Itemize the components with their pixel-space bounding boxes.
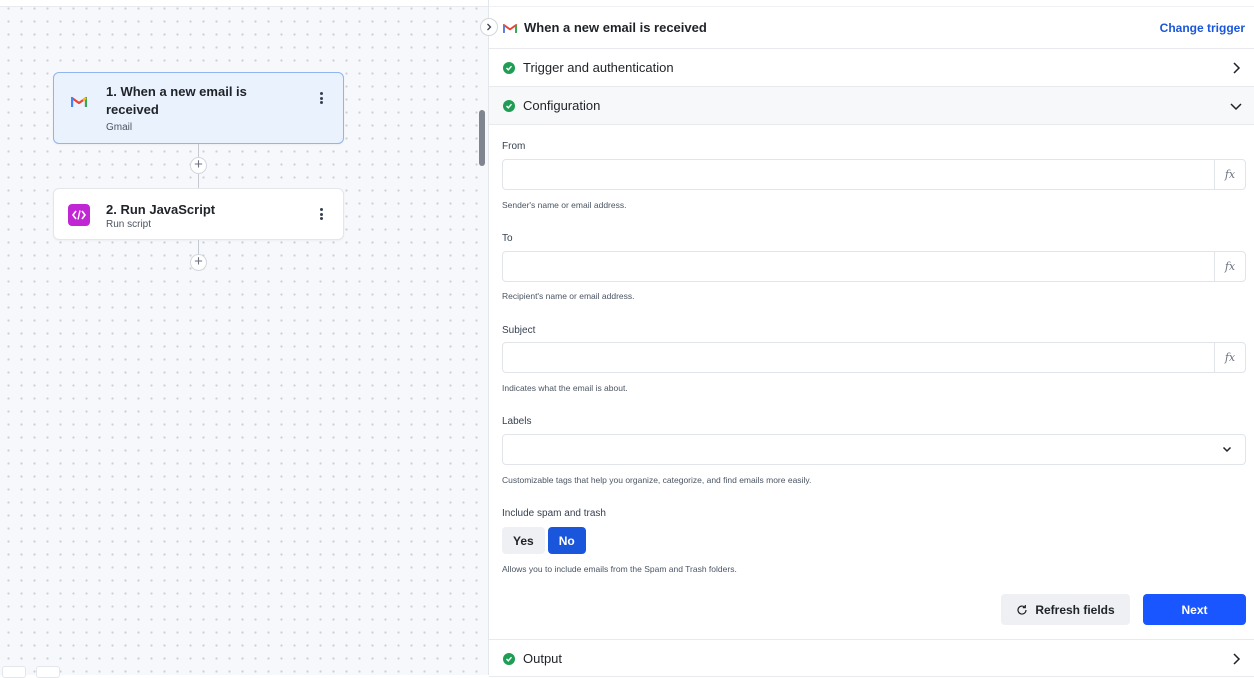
section-label: Output (523, 651, 563, 666)
chevron-right-icon (1233, 653, 1241, 665)
check-icon (503, 62, 515, 74)
node-title: 1. When a new email is received (106, 84, 247, 117)
panel-title: When a new email is received (524, 20, 707, 35)
yes-option[interactable]: Yes (502, 527, 545, 554)
zoom-control[interactable] (2, 666, 26, 678)
node-subtitle: Gmail (106, 122, 133, 133)
refresh-icon (1017, 604, 1027, 615)
include-spam-toggle: Yes No (502, 527, 586, 554)
section-label: Configuration (523, 98, 601, 113)
labels-label: Labels (502, 416, 532, 427)
fit-view-control[interactable] (36, 666, 60, 678)
step-config-panel: When a new email is received Change trig… (480, 0, 1254, 677)
change-trigger-link[interactable]: Change trigger (1160, 21, 1245, 35)
panel-header: When a new email is received Change trig… (489, 8, 1254, 49)
gmail-icon (502, 21, 518, 39)
include-spam-help-text: Allows you to include emails from the Sp… (502, 564, 737, 574)
formula-button[interactable]: fx (1214, 160, 1245, 189)
to-label: To (502, 233, 513, 244)
section-trigger-authentication[interactable]: Trigger and authentication (489, 49, 1254, 87)
formula-button[interactable]: fx (1214, 343, 1245, 372)
node-title: 2. Run JavaScript (106, 202, 216, 217)
chevron-right-icon (487, 23, 492, 31)
next-button[interactable]: Next (1143, 594, 1246, 625)
refresh-fields-button[interactable]: Refresh fields (1001, 594, 1130, 625)
subject-label: Subject (502, 325, 536, 336)
node-subtitle: Run script (106, 219, 152, 230)
to-field: fx (502, 251, 1246, 282)
check-icon (503, 653, 515, 665)
from-input[interactable] (503, 160, 1215, 189)
section-label: Trigger and authentication (523, 60, 674, 75)
subject-field: fx (502, 342, 1246, 373)
collapse-panel-button[interactable] (480, 18, 498, 36)
code-icon (68, 204, 90, 226)
no-option[interactable]: No (547, 527, 586, 554)
from-field: fx (502, 159, 1246, 190)
panel-resize-handle[interactable] (479, 110, 485, 166)
panel-top-bar (489, 0, 1254, 7)
node-menu-icon[interactable] (317, 206, 325, 222)
chevron-down-icon (1222, 446, 1232, 453)
formula-button[interactable]: fx (1214, 252, 1245, 281)
canvas-top-bar (0, 0, 488, 7)
workflow-node-javascript[interactable]: 2. Run JavaScript Run script (53, 188, 344, 240)
check-icon (503, 100, 515, 112)
from-help-text: Sender's name or email address. (502, 200, 627, 210)
add-step-button[interactable]: + (190, 254, 207, 271)
to-help-text: Recipient's name or email address. (502, 291, 635, 301)
include-spam-label: Include spam and trash (502, 508, 606, 519)
add-step-button[interactable]: + (190, 157, 207, 174)
gmail-icon (68, 91, 90, 113)
labels-select[interactable] (502, 434, 1246, 465)
chevron-down-icon (1230, 103, 1242, 111)
section-output[interactable]: Output (489, 639, 1254, 677)
workflow-canvas[interactable]: 1. When a new email is received Gmail + … (0, 0, 488, 678)
section-configuration[interactable]: Configuration (489, 87, 1254, 125)
refresh-fields-label: Refresh fields (1035, 602, 1115, 617)
labels-help-text: Customizable tags that help you organize… (502, 475, 812, 485)
to-input[interactable] (503, 252, 1215, 281)
workflow-node-trigger[interactable]: 1. When a new email is received Gmail (53, 72, 344, 144)
subject-input[interactable] (503, 343, 1215, 372)
subject-help-text: Indicates what the email is about. (502, 383, 628, 393)
node-menu-icon[interactable] (317, 90, 325, 106)
chevron-right-icon (1233, 62, 1241, 74)
from-label: From (502, 141, 526, 152)
